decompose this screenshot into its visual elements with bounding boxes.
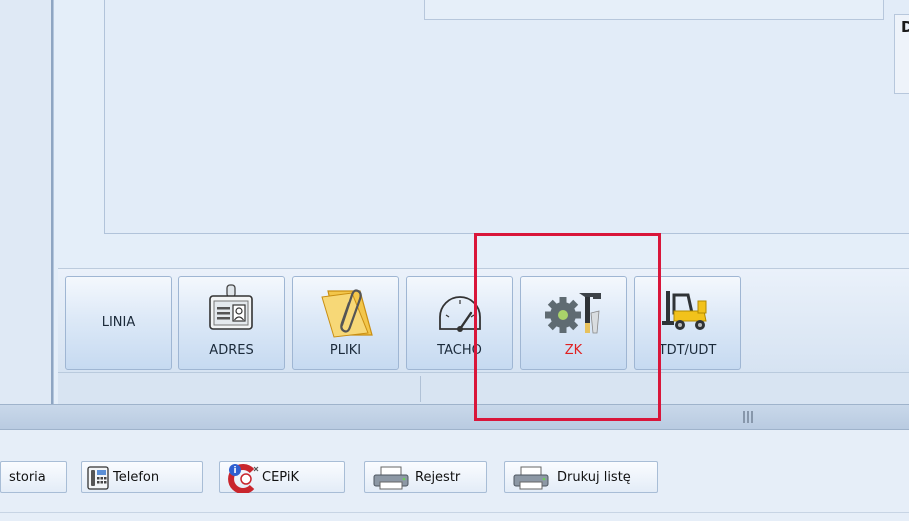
id-card-icon [208,284,253,330]
highlight-box [474,233,661,421]
svg-text:i: i [233,466,236,476]
cepik-label: CEPiK [262,470,299,485]
drukuj-liste-button[interactable]: Drukuj listę [504,461,658,493]
adres-label: ADRES [209,343,254,358]
telefon-button[interactable]: Telefon [81,461,203,493]
top-field-box [424,0,884,20]
splitter-bar[interactable] [0,404,909,430]
historia-label: storia [9,470,46,485]
adres-button[interactable]: ADRES [178,276,285,370]
phone-icon [87,466,109,490]
pliki-label: PLIKI [329,343,362,358]
pliki-button[interactable]: PLIKI [292,276,399,370]
printer-icon [513,466,549,490]
rejestr-label: Rejestr [415,470,461,485]
cepik-logo-icon: i [228,464,259,493]
telefon-label: Telefon [113,470,160,485]
content-frame [104,0,909,234]
cepik-button[interactable]: i CEPiK [219,461,345,493]
linia-button[interactable]: LINIA [65,276,172,370]
printer-icon [373,466,409,490]
splitter-grip-icon[interactable] [742,410,754,424]
bottom-divider [0,512,909,513]
forklift-icon [661,291,707,330]
right-panel-letter: D [901,18,909,36]
linia-label: LINIA [101,315,136,330]
status-divider [420,376,421,402]
drukuj-liste-label: Drukuj listę [557,470,631,485]
left-panel [0,0,52,404]
paperclip-folder-icon [320,289,373,338]
historia-button[interactable]: storia [0,461,67,493]
rejestr-button[interactable]: Rejestr [364,461,487,493]
